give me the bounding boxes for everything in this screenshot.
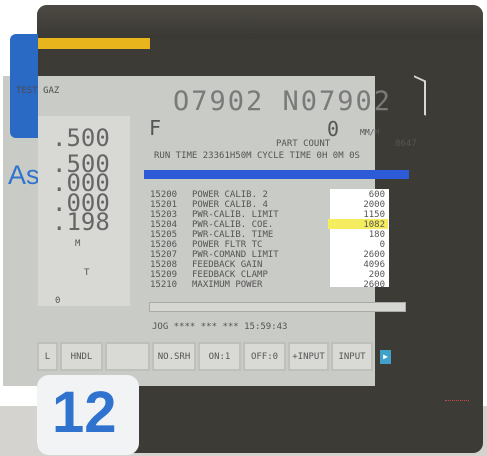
screen-corner-mark xyxy=(414,75,426,116)
step-number: 12 xyxy=(52,380,117,445)
feed-label: F xyxy=(149,116,162,140)
parameter-number: 15203 xyxy=(150,210,178,220)
next-page-icon[interactable]: ▶ xyxy=(380,350,391,364)
parameter-value: 200 xyxy=(368,270,385,280)
parameter-value: 180 xyxy=(368,230,385,240)
softkey-blank[interactable] xyxy=(105,342,150,371)
parameter-value: 600 xyxy=(368,190,385,200)
panel-label: M xyxy=(75,239,81,249)
feed-value: 0 xyxy=(327,117,340,141)
feed-units: MM/M xyxy=(360,128,380,137)
status-line: JOG **** *** *** 15:59:43 xyxy=(152,322,288,332)
panel-label: T xyxy=(84,268,90,278)
red-dotted-mark xyxy=(445,396,469,401)
parameter-number: 15209 xyxy=(150,270,178,280)
selection-bar xyxy=(144,170,409,179)
parameter-name: PWR-CALIB. LIMIT xyxy=(192,210,279,220)
parameter-value: 1150 xyxy=(363,210,385,220)
parameter-name: FEEDBACK CLAMP xyxy=(192,270,268,280)
parameter-name: POWER CALIB. 2 xyxy=(192,190,268,200)
softkey-row: L HNDL NO.SRH ON:1 OFF:0 +INPUT INPUT xyxy=(37,342,403,374)
parameter-number: 15201 xyxy=(150,200,178,210)
program-code: O7902 N07902 xyxy=(173,86,393,117)
parameter-number: 15200 xyxy=(150,190,178,200)
input-line[interactable] xyxy=(149,302,406,312)
parameter-value: 2600 xyxy=(363,250,385,260)
run-time-line: RUN TIME 23361H50M CYCLE TIME 0H 0M 0S xyxy=(154,151,360,161)
softkey-plus-input[interactable]: +INPUT xyxy=(288,342,329,371)
parameter-value: 2600 xyxy=(363,280,385,290)
part-count-value: 8647 xyxy=(395,139,417,149)
parameter-name: POWER CALIB. 4 xyxy=(192,200,268,210)
parameter-name: MAXIMUM POWER xyxy=(192,280,263,290)
parameter-value: 2000 xyxy=(363,200,385,210)
bezel-top-band xyxy=(37,5,483,39)
parameter-number: 15205 xyxy=(150,230,178,240)
softkey-on[interactable]: ON:1 xyxy=(198,342,241,371)
softkey-no-srh[interactable]: NO.SRH xyxy=(152,342,196,371)
panel-label: 0 xyxy=(55,296,61,306)
brand-text: As xyxy=(8,160,40,190)
yellow-label-strip xyxy=(37,38,150,49)
parameter-value: 0 xyxy=(379,240,385,250)
parameter-number: 15210 xyxy=(150,280,178,290)
parameter-number: 15208 xyxy=(150,260,178,270)
softkey-hndl[interactable]: HNDL xyxy=(60,342,103,371)
parameter-name: PWR-CALIB. COE. xyxy=(192,220,274,230)
parameter-name: POWER FLTR TC xyxy=(192,240,263,250)
part-count-label: PART COUNT xyxy=(276,139,331,149)
position-value: .500 xyxy=(52,124,110,152)
softkey-off[interactable]: OFF:0 xyxy=(243,342,286,371)
parameter-name: FEEDBACK GAIN xyxy=(192,260,263,270)
parameter-number: 15206 xyxy=(150,240,178,250)
parameter-number: 15204 xyxy=(150,220,178,230)
softkey-left[interactable]: L xyxy=(37,342,58,371)
parameter-name: PWR-CALIB. TIME xyxy=(192,230,274,240)
parameter-value: 1082 xyxy=(363,220,385,230)
parameter-number: 15207 xyxy=(150,250,178,260)
parameter-value: 4096 xyxy=(363,260,385,270)
screen-title: TEST GAZ xyxy=(16,86,60,96)
parameter-name: PWR-COMAND LIMIT xyxy=(192,250,279,260)
softkey-input[interactable]: INPUT xyxy=(331,342,373,371)
position-value: .198 xyxy=(52,208,110,236)
